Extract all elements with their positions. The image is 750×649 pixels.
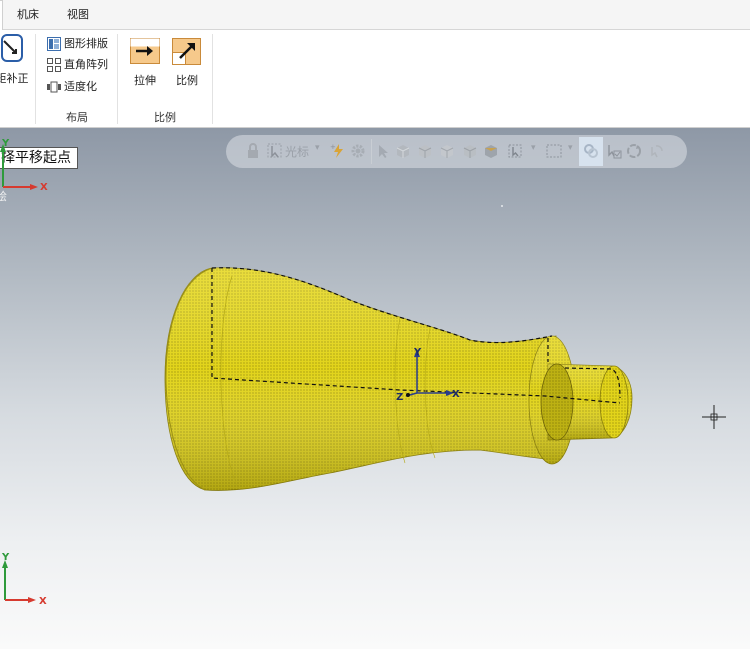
- ribbon-tab-bar: 机床 视图: [0, 0, 750, 30]
- axis-label-y: Y: [1, 552, 10, 563]
- center-axis-x: X: [452, 389, 460, 400]
- bottom-axis-triad: Y X: [1, 552, 47, 607]
- layout-graphic-button[interactable]: 图形排版: [47, 35, 108, 53]
- center-axis-y: Y: [413, 347, 422, 358]
- tab-label: 视图: [67, 8, 89, 21]
- scale-group-label: 比例: [154, 111, 176, 124]
- tab-active-partial[interactable]: [0, 0, 3, 30]
- fit-button[interactable]: 适度化: [47, 78, 97, 96]
- ribbon-panel: 矩补正 图形排版 直角阵列 适度化 布局 拉伸 比例 比例: [0, 30, 750, 128]
- compensation-icon: [1, 34, 23, 62]
- crosshair-cursor-icon: [702, 405, 726, 429]
- 3d-viewport[interactable]: 光标 ▾ + ▾ ▾ 择平移起点 Y X 绘 Y X Z Y X: [0, 128, 750, 649]
- center-axis-z: Z: [396, 392, 403, 403]
- scale-label: 比例: [176, 74, 198, 87]
- scale-icon: [172, 38, 201, 65]
- stretch-icon: [130, 38, 160, 64]
- layout-graphic-label: 图形排版: [64, 37, 108, 50]
- tab-view[interactable]: 视图: [67, 0, 89, 29]
- group-separator: [35, 34, 36, 124]
- layout-grid-icon: [47, 37, 61, 51]
- tab-machine[interactable]: 机床: [17, 0, 39, 29]
- rectangular-array-button[interactable]: 直角阵列: [47, 56, 108, 74]
- stretch-button[interactable]: 拉伸: [127, 38, 163, 88]
- fit-icon: [47, 81, 61, 93]
- tab-label: 机床: [17, 8, 39, 21]
- layout-group-label: 布局: [66, 111, 88, 124]
- rectangular-array-label: 直角阵列: [64, 58, 108, 71]
- stretch-label: 拉伸: [134, 74, 156, 87]
- group-separator: [212, 34, 213, 124]
- scale-button[interactable]: 比例: [169, 38, 205, 88]
- fit-label: 适度化: [64, 80, 97, 93]
- axis-label-x: X: [39, 596, 47, 607]
- compensation-button[interactable]: 矩补正: [0, 34, 32, 86]
- rectangular-array-icon: [47, 58, 61, 72]
- turned-part-model[interactable]: Y X Z: [0, 128, 750, 649]
- compensation-label: 矩补正: [0, 72, 29, 85]
